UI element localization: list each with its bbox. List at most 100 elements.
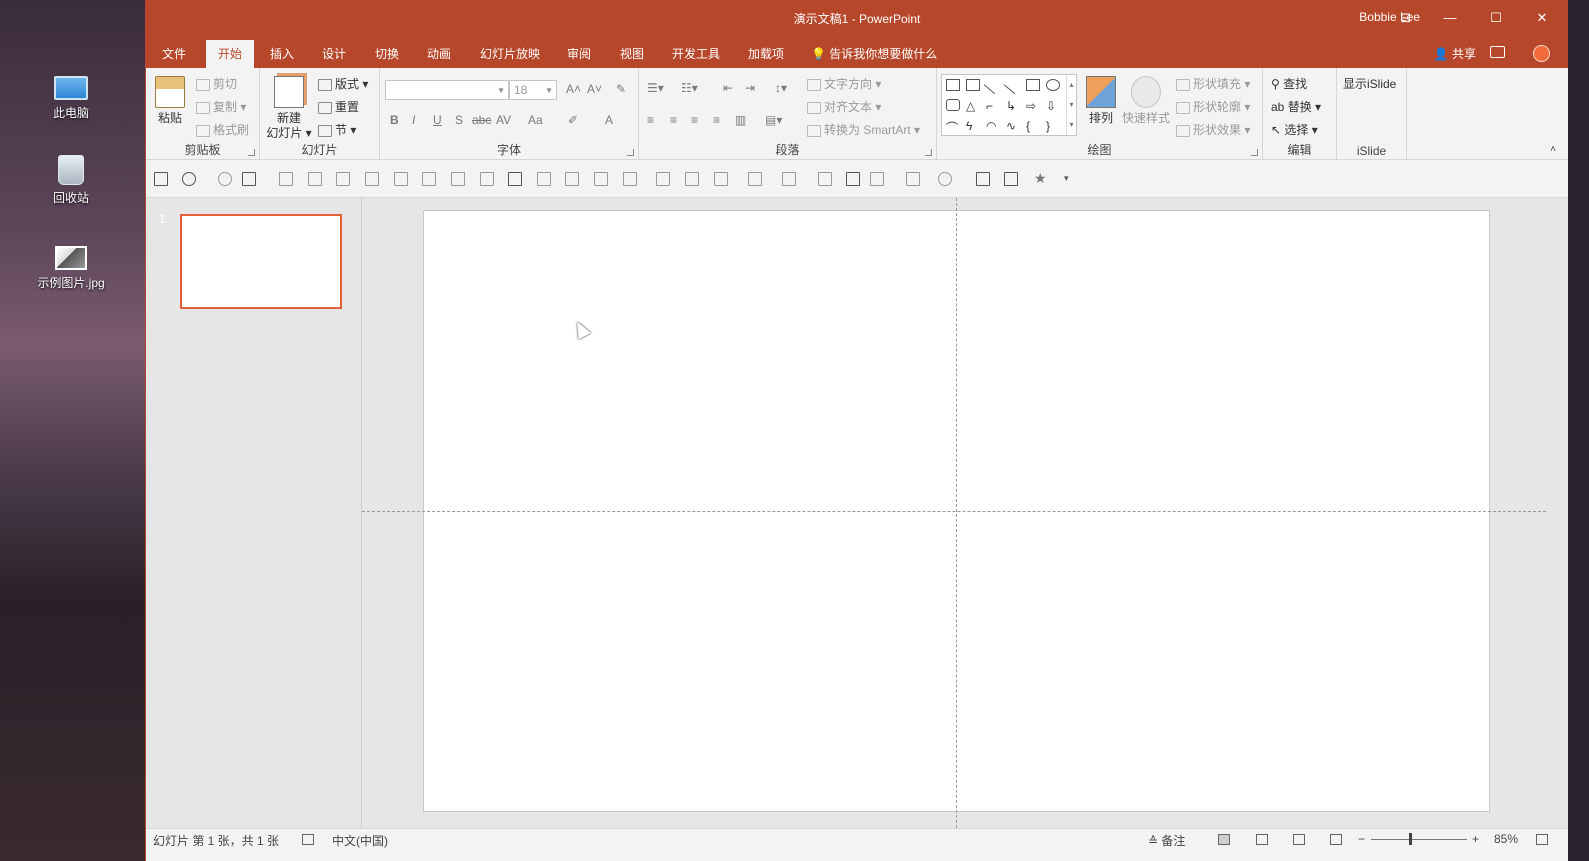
minimize-icon[interactable]: — xyxy=(1440,8,1460,28)
align-bottom-icon[interactable] xyxy=(422,172,436,186)
merge-shapes-icon[interactable] xyxy=(938,172,952,186)
tab-animations[interactable]: 动画 xyxy=(415,40,463,68)
star-icon[interactable]: ★ xyxy=(1034,171,1048,186)
shapes-gallery[interactable]: △ ⌐ ↳ ⇨ ⇩ ⌒ ϟ ◠ ∿ { } ▴ ▾ ▾ xyxy=(941,74,1077,136)
arrow-shape-icon[interactable] xyxy=(1003,75,1023,95)
bring-forward-icon[interactable] xyxy=(594,172,608,186)
textbox-icon[interactable] xyxy=(508,172,522,186)
selection-pane-icon[interactable] xyxy=(1004,172,1018,186)
redo-icon[interactable] xyxy=(218,172,232,186)
shape-fill-button[interactable]: 形状填充 ▾ xyxy=(1176,75,1250,92)
distribute-vertical-icon[interactable] xyxy=(480,172,494,186)
change-case-button[interactable]: Aa xyxy=(528,113,543,127)
align-right-objects-icon[interactable] xyxy=(336,172,350,186)
desktop-icon-image-file[interactable]: 示例图片.jpg xyxy=(22,240,120,291)
oval-shape-icon[interactable] xyxy=(1046,79,1060,91)
undo-icon[interactable] xyxy=(182,172,196,186)
justify-icon[interactable]: ≡ xyxy=(713,113,720,127)
shape-outline-button[interactable]: 形状轮廓 ▾ xyxy=(1176,98,1250,115)
ribbon-display-options-icon[interactable]: ⊟ xyxy=(1396,8,1416,28)
shape-effects-button[interactable]: 形状效果 ▾ xyxy=(1176,121,1250,138)
line-spacing-qat-icon[interactable] xyxy=(906,172,920,186)
columns-icon[interactable]: ▤▾ xyxy=(765,113,782,127)
tab-design[interactable]: 设计 xyxy=(310,40,358,68)
dialog-launcher-icon[interactable] xyxy=(1251,149,1258,156)
align-left-icon[interactable]: ≡ xyxy=(647,113,654,127)
text-shadow-button[interactable]: S xyxy=(455,113,463,127)
replace-button[interactable]: ab 替换 ▾ xyxy=(1271,98,1321,115)
dialog-launcher-icon[interactable] xyxy=(627,149,634,156)
curve-shape-icon[interactable]: ∿ xyxy=(1006,119,1020,133)
tab-view[interactable]: 视图 xyxy=(608,40,656,68)
slide-thumbnail[interactable] xyxy=(180,214,342,309)
fill-color-icon[interactable] xyxy=(714,172,728,186)
zoom-level[interactable]: 85% xyxy=(1494,832,1518,846)
tab-review[interactable]: 审阅 xyxy=(555,40,603,68)
save-icon[interactable] xyxy=(154,172,168,186)
select-button[interactable]: ↖ 选择 ▾ xyxy=(1271,121,1318,138)
paste-button[interactable]: 粘贴 xyxy=(152,76,188,126)
align-right-icon[interactable]: ≡ xyxy=(691,113,698,127)
outline-color-icon[interactable] xyxy=(748,172,762,186)
elbow-arrow-icon[interactable]: ↳ xyxy=(1006,99,1020,113)
strikethrough-button[interactable]: abc xyxy=(472,113,491,127)
cut-button[interactable]: 剪切 xyxy=(196,75,237,92)
tell-me-box[interactable]: 💡 告诉我你想要做什么 xyxy=(811,40,937,68)
convert-smartart-button[interactable]: 转换为 SmartArt ▾ xyxy=(807,121,920,138)
dialog-launcher-icon[interactable] xyxy=(925,149,932,156)
underline-button[interactable]: U xyxy=(433,113,442,127)
freeform-shape-icon[interactable]: ⌒ xyxy=(946,119,960,135)
zoom-in-icon[interactable]: + xyxy=(1472,832,1479,846)
group-objects-icon[interactable] xyxy=(537,172,551,186)
close-icon[interactable]: ✕ xyxy=(1532,8,1552,28)
format-painter-icon[interactable] xyxy=(818,172,832,186)
ungroup-objects-icon[interactable] xyxy=(565,172,579,186)
tab-slideshow[interactable]: 幻灯片放映 xyxy=(468,40,552,68)
picture-icon[interactable] xyxy=(685,172,699,186)
quick-styles-button[interactable]: 快速样式 xyxy=(1121,76,1171,126)
italic-button[interactable]: I xyxy=(412,113,415,127)
start-slideshow-icon[interactable] xyxy=(242,172,256,186)
show-islide-button[interactable]: 显示iSlide xyxy=(1343,75,1396,92)
decrease-indent-icon[interactable]: ⇤ xyxy=(723,81,733,95)
horizontal-guide[interactable] xyxy=(362,511,1546,512)
spelling-check-icon[interactable] xyxy=(302,834,314,845)
reset-button[interactable]: 重置 xyxy=(318,98,359,115)
down-arrow-shape-icon[interactable]: ⇩ xyxy=(1046,99,1060,113)
align-text-button[interactable]: 对齐文本 ▾ xyxy=(807,98,881,115)
align-center-objects-icon[interactable] xyxy=(308,172,322,186)
line-spacing-icon[interactable]: ↕▾ xyxy=(775,81,787,95)
arrange-button[interactable]: 排列 xyxy=(1084,76,1118,126)
slide-sorter-icon[interactable] xyxy=(1256,834,1268,845)
desktop-icon-recycle-bin[interactable]: 回收站 xyxy=(22,155,120,206)
left-brace-shape-icon[interactable]: { xyxy=(1026,119,1040,133)
tab-transitions[interactable]: 切换 xyxy=(363,40,411,68)
layout-button[interactable]: 版式 ▾ xyxy=(318,75,368,92)
smiley-feedback-icon[interactable] xyxy=(1533,45,1550,62)
fit-to-window-icon[interactable] xyxy=(1536,834,1548,845)
font-name-combo[interactable]: ▼ xyxy=(385,80,509,100)
normal-view-icon[interactable] xyxy=(1218,834,1230,845)
tab-file[interactable]: 文件 xyxy=(150,40,198,68)
collapse-ribbon-icon[interactable]: ˄ xyxy=(1550,144,1556,155)
textbox-shape-icon[interactable] xyxy=(946,79,960,91)
new-slide-button[interactable]: 新建 幻灯片 ▾ xyxy=(266,76,312,141)
tab-addins[interactable]: 加载项 xyxy=(736,40,796,68)
zoom-slider[interactable] xyxy=(1371,839,1467,840)
align-middle-icon[interactable] xyxy=(394,172,408,186)
grow-font-icon[interactable]: A˄ xyxy=(566,82,581,96)
desktop-icon-this-pc[interactable]: 此电脑 xyxy=(22,70,120,121)
dialog-launcher-icon[interactable] xyxy=(248,149,255,156)
tab-developer[interactable]: 开发工具 xyxy=(660,40,732,68)
line-shape-icon[interactable] xyxy=(983,75,1003,95)
right-brace-shape-icon[interactable]: } xyxy=(1046,119,1060,133)
distribute-horizontal-icon[interactable] xyxy=(451,172,465,186)
zoom-out-icon[interactable]: − xyxy=(1358,832,1365,846)
bold-button[interactable]: B xyxy=(390,113,399,127)
align-left-objects-icon[interactable] xyxy=(279,172,293,186)
lightning-shape-icon[interactable]: ϟ xyxy=(966,119,980,133)
rotate-icon[interactable] xyxy=(623,172,637,186)
font-color-icon[interactable] xyxy=(782,172,796,186)
slide-size-icon[interactable] xyxy=(846,172,860,186)
bullets-icon[interactable]: ☰▾ xyxy=(647,81,664,95)
